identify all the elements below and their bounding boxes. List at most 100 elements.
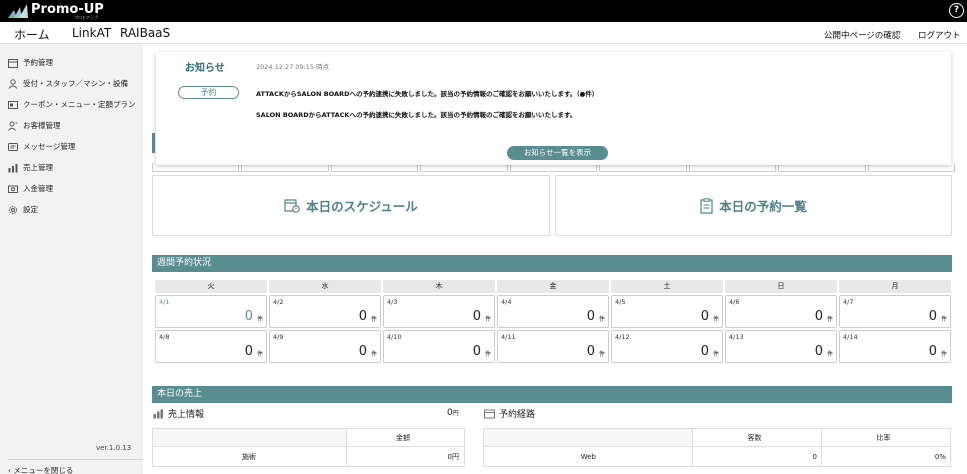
table-header: 金額: [346, 428, 465, 447]
day-count: 0: [472, 309, 481, 324]
day-count: 0: [814, 344, 823, 359]
sidebar-item-sales[interactable]: 売上管理: [8, 162, 53, 173]
day-date: 4/12: [615, 333, 630, 341]
calendar-day-cell[interactable]: 4/13 0 件: [725, 330, 837, 363]
table-header-blank: [152, 428, 347, 447]
calendar-day-cell[interactable]: 4/6 0 件: [725, 295, 837, 328]
today-reservations-card[interactable]: 本日の予約一覧: [555, 175, 952, 236]
sidebar-item-payments[interactable]: 入金管理: [8, 183, 53, 194]
day-count: 0: [358, 309, 367, 324]
sales-icon: [8, 163, 18, 172]
main-nav: ホーム LinkAT RAIBaaS 公開中ページの確認 ログアウト: [0, 22, 967, 47]
sidebar-item-reservations[interactable]: 予約管理: [8, 57, 53, 68]
day-date: 4/5: [615, 298, 626, 306]
clipboard-icon: [700, 197, 713, 214]
calendar-day-cell[interactable]: 4/3 0 件: [383, 295, 495, 328]
day-date: 4/6: [729, 298, 740, 306]
sidebar-item-customers[interactable]: お客様管理: [8, 120, 61, 131]
day-date: 4/8: [159, 333, 170, 341]
today-sales-header: 本日の売上: [152, 386, 952, 403]
calendar-day-cell[interactable]: 4/12 0 件: [611, 330, 723, 363]
table-row: 施術 0円: [152, 446, 465, 467]
payment-icon: [8, 185, 18, 193]
logout-link[interactable]: ログアウト: [918, 29, 961, 41]
sales-info-amount: 0円: [447, 408, 459, 418]
day-count: 0: [928, 309, 937, 324]
day-date: 4/2: [273, 298, 284, 306]
day-date: 4/1: [159, 298, 170, 306]
weekday-label: 火: [155, 280, 267, 293]
sidebar-item-label: 設定: [23, 205, 38, 214]
day-date: 4/3: [387, 298, 398, 306]
day-count: 0: [358, 344, 367, 359]
sidebar-item-label: 入金管理: [23, 184, 53, 193]
tab-linkat[interactable]: LinkAT: [72, 26, 111, 40]
gear-icon: [9, 205, 17, 214]
customer-icon: [8, 121, 18, 131]
day-count-unit: 件: [712, 351, 719, 358]
day-date: 4/7: [843, 298, 854, 306]
calendar-day-cell[interactable]: 4/14 0 件: [839, 330, 951, 363]
day-count-unit: 件: [712, 316, 719, 323]
table-header-blank: [483, 428, 693, 447]
notice-list-button[interactable]: お知らせ一覧を表示: [507, 146, 608, 160]
day-date: 4/9: [273, 333, 284, 341]
top-bar: Promo-UP プロモアップ ?: [0, 0, 967, 22]
notice-message[interactable]: ATTACKからSALON BOARDへの予約連携に失敗しました。該当の予約情報…: [256, 88, 598, 98]
calendar-day-cell[interactable]: 4/5 0 件: [611, 295, 723, 328]
weekly-status-header: 週間予約状況: [152, 255, 952, 272]
sidebar-item-label: 売上管理: [23, 163, 53, 172]
table-header: 客数: [692, 428, 822, 447]
weekday-label: 日: [725, 280, 837, 293]
table-cell: 0%: [821, 446, 951, 467]
sidebar-item-label: メッセージ管理: [23, 142, 76, 151]
notice-date: 2024.12.27 09:15 時点: [256, 63, 330, 71]
today-schedule-label: 本日のスケジュール: [306, 199, 418, 214]
calendar-day-cell[interactable]: 4/2 0 件: [269, 295, 381, 328]
weekday-header-row: 火 水 木 金 土 日 月: [155, 280, 951, 293]
day-date: 4/4: [501, 298, 512, 306]
calendar-day-cell[interactable]: 4/1 0 件: [155, 295, 267, 328]
calendar-day-cell[interactable]: 4/9 0 件: [269, 330, 381, 363]
calendar-day-cell[interactable]: 4/4 0 件: [497, 295, 609, 328]
day-count: 0: [244, 309, 253, 324]
day-count-unit: 件: [256, 316, 263, 323]
today-schedule-card[interactable]: 本日のスケジュール: [152, 175, 550, 236]
notice-title: お知らせ: [185, 63, 225, 74]
day-count-unit: 件: [940, 316, 947, 323]
calendar-day-cell[interactable]: 4/7 0 件: [839, 295, 951, 328]
day-count: 0: [586, 309, 595, 324]
coupon-icon: [8, 100, 18, 109]
weekday-label: 水: [269, 280, 381, 293]
sidebar-item-staff[interactable]: 受付・スタッフ／マシン・設備: [8, 78, 128, 89]
today-reservations-label: 本日の予約一覧: [719, 199, 807, 214]
table-cell: 0円: [346, 446, 465, 467]
day-count: 0: [244, 344, 253, 359]
help-icon[interactable]: ?: [949, 3, 964, 18]
day-date: 4/13: [729, 333, 744, 341]
calendar-day-cell[interactable]: 4/11 0 件: [497, 330, 609, 363]
day-count-unit: 件: [598, 316, 605, 323]
calendar-day-cell[interactable]: 4/10 0 件: [383, 330, 495, 363]
table-cell: 0: [692, 446, 822, 467]
notice-message[interactable]: SALON BOARDからATTACKへの予約連携に失敗しました。該当の予約情報…: [256, 109, 576, 119]
tab-raibaas[interactable]: RAIBaaS: [120, 26, 170, 40]
weekday-label: 金: [497, 280, 609, 293]
table-cell: Web: [483, 446, 693, 467]
sidebar-item-coupons[interactable]: クーポン・メニュー・定額プラン: [8, 99, 136, 110]
sidebar-item-label: 予約管理: [23, 58, 53, 67]
public-page-link[interactable]: 公開中ページの確認: [824, 29, 900, 41]
calendar-week-row: 4/1 0 件 4/2 0 件 4/3 0 件 4/4 0 件 4/5 0 件 4/6 0 件 4/7 0…: [155, 295, 951, 328]
calendar-day-cell[interactable]: 4/8 0 件: [155, 330, 267, 363]
sidebar-item-messages[interactable]: メッセージ管理: [8, 141, 75, 152]
message-icon: [8, 142, 18, 151]
day-count: 0: [700, 309, 709, 324]
day-count-unit: 件: [484, 316, 491, 323]
weekday-label: 木: [383, 280, 495, 293]
sidebar-item-settings[interactable]: 設定: [8, 204, 38, 215]
sales-info-title: 売上情報: [153, 407, 204, 420]
close-menu-button[interactable]: ‹ メニューを閉じる: [8, 459, 143, 474]
person-icon: [8, 78, 18, 89]
reservation-route-table: 客数 比率 Web 0 0%: [483, 428, 951, 467]
day-count-unit: 件: [940, 351, 947, 358]
